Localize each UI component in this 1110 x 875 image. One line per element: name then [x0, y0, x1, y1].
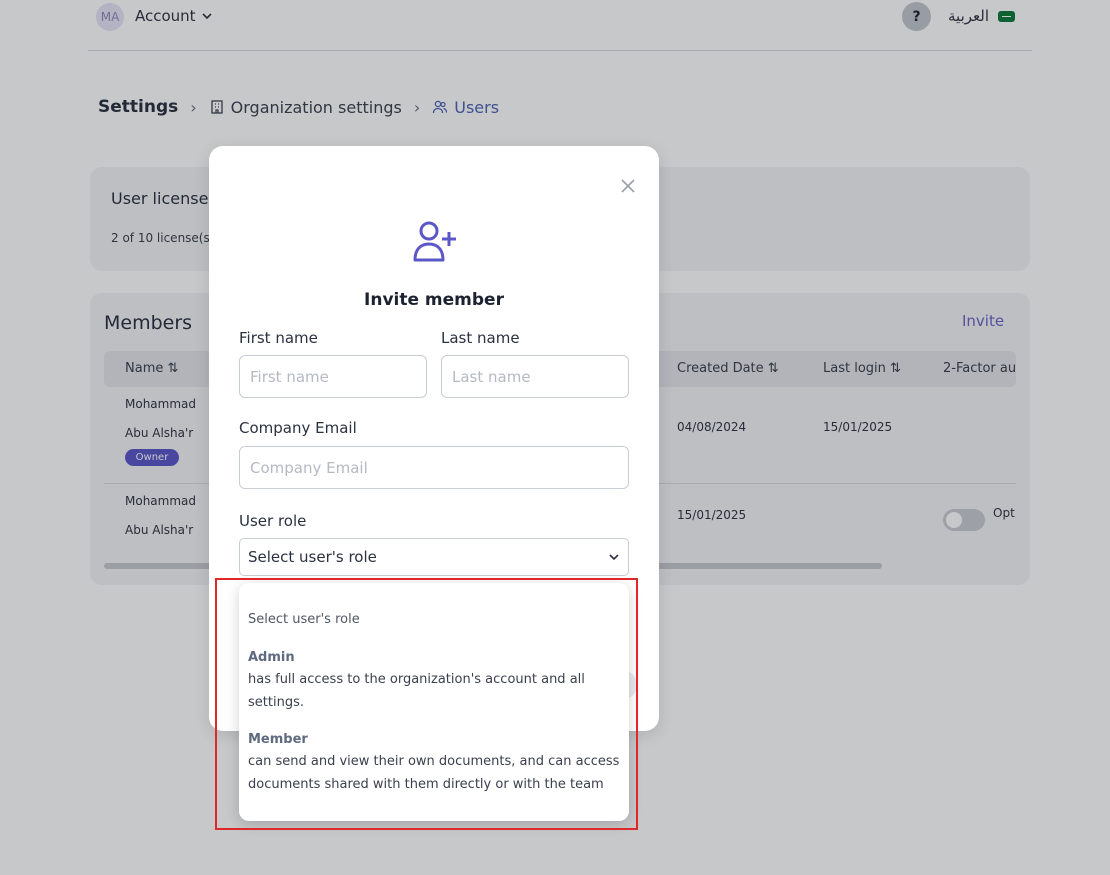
email-field[interactable] — [239, 446, 629, 489]
role-option-name: Member — [248, 732, 308, 747]
first-name-label: First name — [239, 329, 318, 347]
role-option-admin[interactable]: Admin has full access to the organizatio… — [248, 647, 620, 714]
user-role-select[interactable]: Select user's role — [239, 538, 629, 576]
user-plus-icon — [413, 221, 456, 262]
chevron-down-icon — [609, 554, 619, 561]
role-option-description: can send and view their own documents, a… — [248, 754, 620, 792]
role-option-description: has full access to the organization's ac… — [248, 672, 585, 710]
role-option-placeholder[interactable]: Select user's role — [248, 612, 360, 627]
role-option-member[interactable]: Member can send and view their own docum… — [248, 729, 620, 796]
modal-title: Invite member — [364, 290, 504, 310]
email-label: Company Email — [239, 419, 357, 437]
user-role-value: Select user's role — [248, 548, 377, 566]
last-name-label: Last name — [441, 329, 520, 347]
last-name-field[interactable] — [441, 355, 629, 398]
user-role-dropdown: Select user's role Admin has full access… — [239, 583, 629, 821]
user-role-label: User role — [239, 512, 307, 530]
role-option-name: Admin — [248, 650, 295, 665]
first-name-field[interactable] — [239, 355, 427, 398]
close-icon[interactable] — [619, 177, 637, 195]
